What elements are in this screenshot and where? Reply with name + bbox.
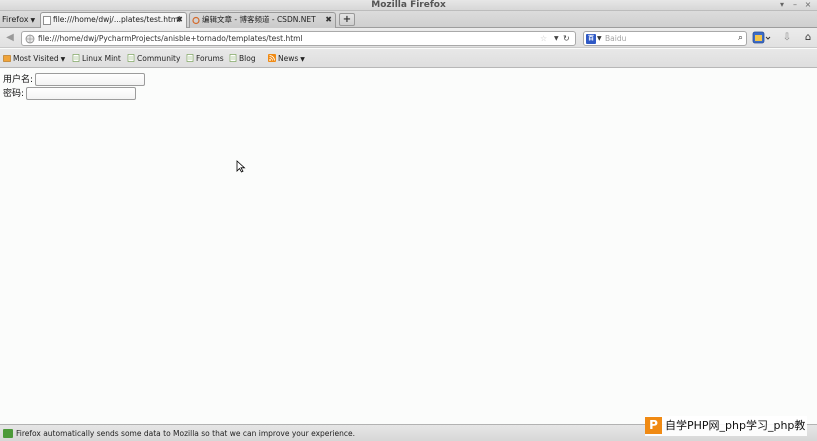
bookmark-label: News — [278, 54, 299, 63]
page-icon — [72, 54, 80, 62]
loading-icon — [192, 16, 200, 25]
back-button[interactable]: ◀ — [3, 31, 17, 45]
tab-label: file:///home/dwj/...plates/test.html — [53, 15, 181, 24]
password-input[interactable] — [26, 87, 136, 100]
password-row: 密码: — [3, 87, 136, 101]
chevron-down-icon: ▼ — [30, 17, 36, 24]
title-bar: Mozilla Firefox ▾ – × — [0, 0, 817, 11]
username-label: 用户名: — [3, 75, 34, 85]
username-input[interactable] — [35, 73, 145, 86]
folder-icon — [3, 55, 11, 62]
bookmark-community[interactable]: Community — [127, 52, 180, 65]
bookmark-most-visited[interactable]: Most Visited ▼ — [3, 52, 65, 65]
username-row: 用户名: — [3, 73, 145, 87]
window-menu-button[interactable]: ▾ — [777, 0, 787, 10]
watermark-logo: P — [645, 417, 662, 434]
new-tab-button[interactable]: + — [339, 13, 355, 26]
search-engine-icon[interactable]: 百 — [586, 34, 596, 44]
password-label: 密码: — [3, 89, 25, 99]
page-icon — [229, 54, 237, 62]
bookmark-label: Linux Mint — [82, 54, 121, 63]
chevron-down-icon: ▼ — [60, 56, 66, 63]
url-dropdown-icon[interactable]: ▼ — [554, 32, 559, 45]
bookmark-label: Community — [137, 54, 181, 63]
home-button[interactable]: ⌂ — [801, 31, 815, 45]
page-icon — [186, 54, 194, 62]
search-input[interactable] — [605, 32, 730, 45]
url-bar[interactable]: file:///home/dwj/PycharmProjects/anisble… — [21, 31, 576, 46]
bookmarks-toolbar: Most Visited ▼ Linux Mint Community Forum… — [0, 49, 817, 68]
bookmark-linux-mint[interactable]: Linux Mint — [72, 52, 121, 65]
chevron-down-icon: ▼ — [300, 56, 305, 63]
navigation-bar: ◀ file:///home/dwj/PycharmProjects/anisb… — [0, 28, 817, 48]
browser-window: Mozilla Firefox ▾ – × Firefox ▼ file:///h… — [0, 0, 817, 441]
search-icon[interactable]: ⌕ — [738, 32, 743, 45]
close-window-button[interactable]: × — [803, 0, 813, 10]
document-icon — [43, 16, 51, 25]
minimize-button[interactable]: – — [790, 0, 800, 10]
status-message: Firefox automatically sends some data to… — [16, 429, 356, 438]
chevron-down-icon[interactable]: ▼ — [597, 32, 602, 45]
close-tab-icon[interactable]: ✖ — [176, 13, 183, 27]
close-tab-icon[interactable]: ✖ — [325, 13, 332, 27]
bookmark-blog[interactable]: Blog — [229, 52, 256, 65]
addon-button[interactable] — [752, 31, 772, 45]
bookmark-label: Blog — [239, 54, 256, 63]
page-icon — [127, 54, 135, 62]
addon-icon — [752, 31, 771, 44]
firefox-menu-label: Firefox — [2, 15, 29, 24]
tab-csdn[interactable]: 编辑文章 - 博客频道 - CSDN.NET ✖ — [189, 12, 336, 28]
tab-label: 编辑文章 - 博客频道 - CSDN.NET — [202, 15, 316, 24]
home-icon: ⌂ — [804, 32, 812, 43]
notification-icon — [3, 429, 13, 438]
watermark: P 自学PHP网_php学习_php教 — [645, 416, 808, 436]
download-button[interactable]: ⇩ — [780, 31, 794, 45]
bookmark-label: Forums — [196, 54, 224, 63]
rss-icon — [268, 54, 276, 62]
globe-icon — [25, 34, 35, 44]
page-content: 用户名: 密码: — [0, 69, 817, 424]
firefox-menu-button[interactable]: Firefox ▼ — [2, 13, 35, 26]
bookmark-news[interactable]: News ▼ — [268, 52, 305, 65]
tab-test-html[interactable]: file:///home/dwj/...plates/test.html ✖ — [40, 12, 187, 28]
tab-bar: Firefox ▼ file:///home/dwj/...plates/test… — [0, 11, 817, 28]
download-icon: ⇩ — [782, 32, 792, 43]
bookmark-forums[interactable]: Forums — [186, 52, 224, 65]
star-icon[interactable]: ☆ — [540, 32, 547, 45]
search-bar: 百 ▼ ⌕ — [583, 31, 747, 46]
mouse-cursor-icon — [236, 160, 246, 173]
bookmark-label: Most Visited — [13, 54, 59, 63]
watermark-text: 自学PHP网_php学习_php教 — [665, 419, 806, 432]
reload-icon[interactable]: ↻ — [563, 32, 570, 45]
url-text: file:///home/dwj/PycharmProjects/anisble… — [38, 34, 303, 43]
